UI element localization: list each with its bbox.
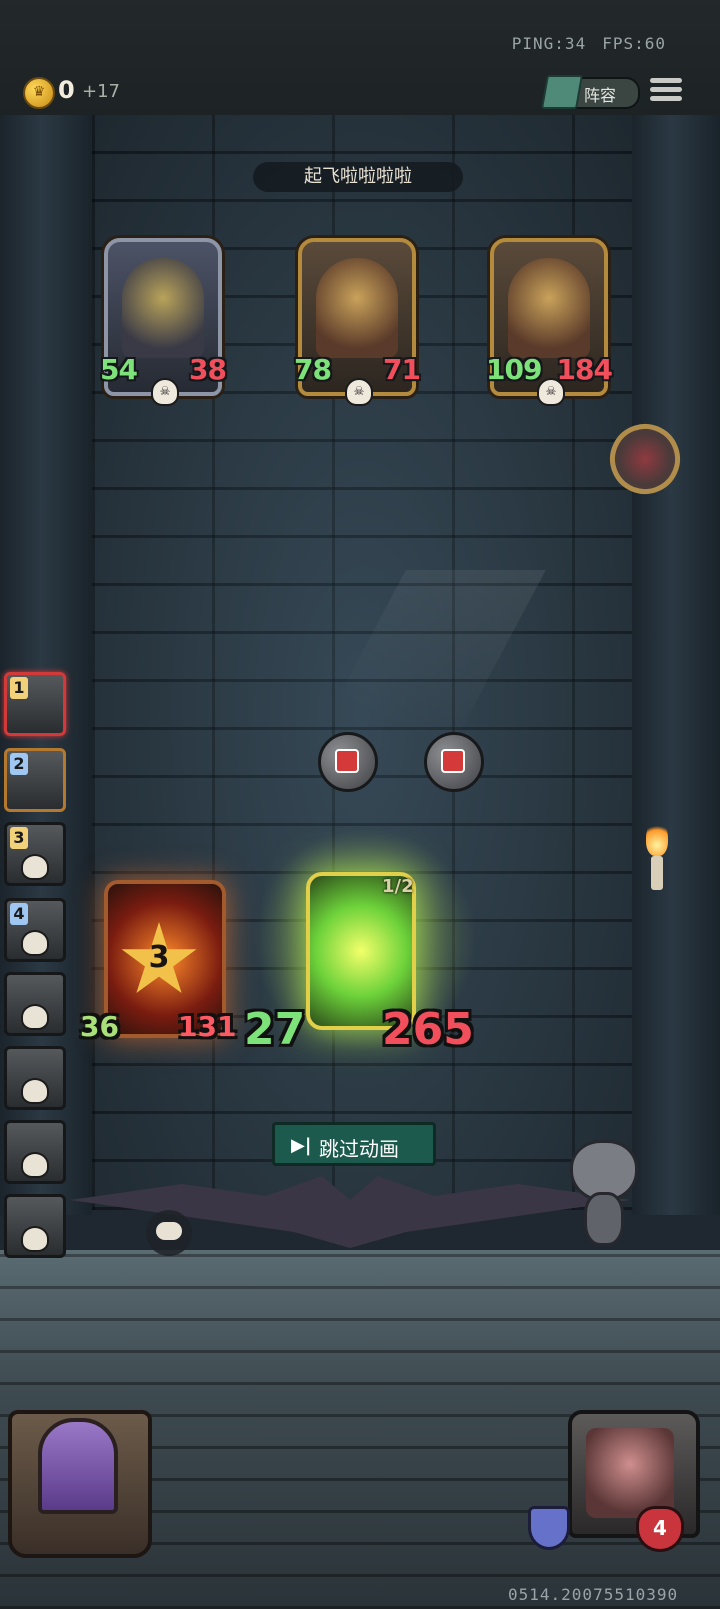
queue-slot-6[interactable] — [4, 1046, 66, 1110]
queue-number: 3 — [10, 827, 28, 849]
chat-bubble-icon[interactable] — [146, 1210, 192, 1256]
opponent-name-banner: 起飞啦啦啦啦 — [253, 162, 463, 192]
right-card-attack: 27 — [244, 1004, 306, 1055]
skull-icon — [21, 854, 49, 880]
skip-animation-button[interactable]: ▶| 跳过动画 — [272, 1122, 436, 1166]
skull-icon — [21, 930, 49, 956]
hero-portrait[interactable] — [586, 1428, 674, 1518]
fps-readout: FPS:60 — [602, 34, 666, 53]
coin-count: 0 — [58, 76, 75, 104]
right-card-health: 265 — [382, 1004, 474, 1055]
heart-icon: 4 — [636, 1506, 684, 1552]
torch-icon — [640, 820, 674, 890]
queue-slot-8[interactable] — [4, 1194, 66, 1258]
book-icon — [541, 75, 583, 109]
right-pillar — [632, 115, 720, 1215]
queue-slot-1[interactable]: 1 — [4, 672, 66, 736]
crown-coin-icon: ♛ — [23, 77, 55, 109]
left-card-health: 131 — [178, 1010, 237, 1043]
skip-icon: ▶| — [291, 1135, 312, 1156]
bomb-icon — [424, 732, 484, 792]
enemy-card-1[interactable]: 54 38 ☠ — [100, 238, 227, 406]
bat-body — [584, 1192, 624, 1246]
queue-number: 4 — [10, 903, 28, 925]
lineup-button[interactable]: 阵容 — [541, 75, 640, 109]
painter-robot-portrait — [508, 258, 590, 358]
attack-counter: 1/2 — [382, 876, 414, 897]
enemy-health: 184 — [556, 353, 613, 386]
enemy-attack: 54 — [100, 353, 138, 386]
queue-slot-5[interactable] — [4, 972, 66, 1036]
network-stats: PING:34 FPS:60 — [496, 34, 666, 53]
ping-readout: PING:34 — [511, 34, 587, 53]
skull-icon — [21, 1004, 49, 1030]
bat-mascot[interactable] — [566, 1130, 638, 1250]
build-id: 0514.20075510390 — [508, 1585, 679, 1604]
enemy-card-3[interactable]: 109 184 ☠ — [486, 238, 613, 406]
queue-number: 2 — [10, 753, 28, 775]
skull-icon: ☠ — [345, 378, 373, 406]
skull-icon — [21, 1226, 49, 1252]
hamburger-menu-icon[interactable] — [650, 75, 682, 105]
queue-number: 1 — [10, 677, 28, 699]
queue-slot-2[interactable]: 2 — [4, 748, 66, 812]
skull-icon — [21, 1078, 49, 1104]
bomb-icon — [318, 732, 378, 792]
queue-slot-7[interactable] — [4, 1120, 66, 1184]
queue-slot-4[interactable]: 4 — [4, 898, 66, 962]
enemy-attack: 78 — [294, 353, 332, 386]
enemy-card-2[interactable]: 78 71 ☠ — [294, 238, 421, 406]
clown-portrait — [316, 258, 398, 358]
shield-icon — [528, 1506, 570, 1550]
skull-icon: ☠ — [537, 378, 565, 406]
robot-portrait — [122, 258, 204, 358]
enemy-attack: 109 — [486, 353, 542, 386]
star-badge-value: 3 — [148, 940, 170, 975]
left-card-attack: 36 — [80, 1010, 119, 1043]
skip-label: 跳过动画 — [319, 1137, 399, 1161]
shop-window-icon[interactable] — [38, 1418, 118, 1514]
enemy-health: 38 — [189, 353, 227, 386]
queue-slot-3[interactable]: 3 — [4, 822, 66, 886]
skull-icon — [21, 1152, 49, 1178]
skull-icon: ☠ — [151, 378, 179, 406]
lineup-label: 阵容 — [584, 86, 617, 105]
enemy-health: 71 — [383, 353, 421, 386]
coin-delta: +17 — [82, 81, 120, 102]
